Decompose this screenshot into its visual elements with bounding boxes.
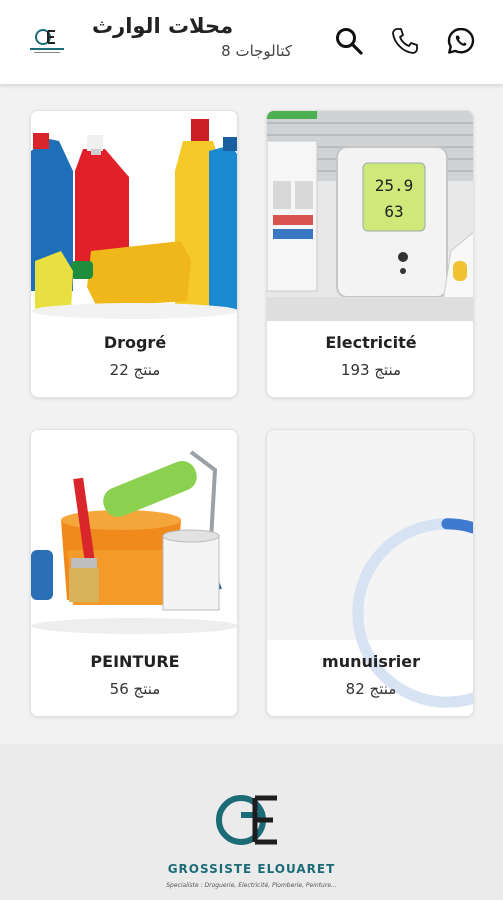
page-title: محلات الوارث	[92, 14, 234, 38]
peinture-image	[31, 430, 237, 640]
search-icon[interactable]	[334, 26, 364, 56]
category-name: munuisrier	[322, 652, 420, 671]
thermo-temp: 25.9	[375, 176, 414, 195]
brand-logo	[26, 26, 68, 56]
footer: GROSSISTE ELOUARET Specialiste : Droguer…	[0, 744, 503, 900]
phone-icon[interactable]	[390, 26, 420, 56]
category-card-munuisrier[interactable]: munuisrier منتج 82	[266, 429, 474, 717]
image-placeholder	[267, 430, 473, 708]
category-name: Drogré	[103, 333, 167, 352]
product-count: منتج 193	[340, 361, 402, 379]
category-name: Electricité	[325, 333, 417, 352]
catalog-count: كتالوجات 8	[221, 42, 292, 60]
brand-tagline: Specialiste : Droguerie, Electricité, Pl…	[166, 882, 337, 889]
thermo-humidity: 63	[384, 202, 403, 221]
product-count: منتج 22	[109, 361, 161, 379]
category-card-drogre[interactable]: Drogré منتج 22	[30, 110, 238, 398]
drogre-image	[31, 111, 237, 321]
category-grid: Drogré منتج 22 25.9 63 Electricité منتج …	[0, 84, 503, 744]
category-name: PEINTURE	[90, 652, 180, 671]
category-card-electricite[interactable]: 25.9 63 Electricité منتج 193	[266, 110, 474, 398]
product-count: منتج 56	[109, 680, 161, 698]
product-count: منتج 82	[345, 680, 397, 698]
whatsapp-icon[interactable]	[446, 26, 476, 56]
electricite-image: 25.9 63	[267, 111, 473, 321]
category-card-peinture[interactable]: PEINTURE منتج 56	[30, 429, 238, 717]
app-header: محلات الوارث كتالوجات 8	[0, 0, 503, 84]
ge-logo-icon	[216, 795, 277, 845]
brand-name: GROSSISTE ELOUARET	[167, 862, 336, 876]
